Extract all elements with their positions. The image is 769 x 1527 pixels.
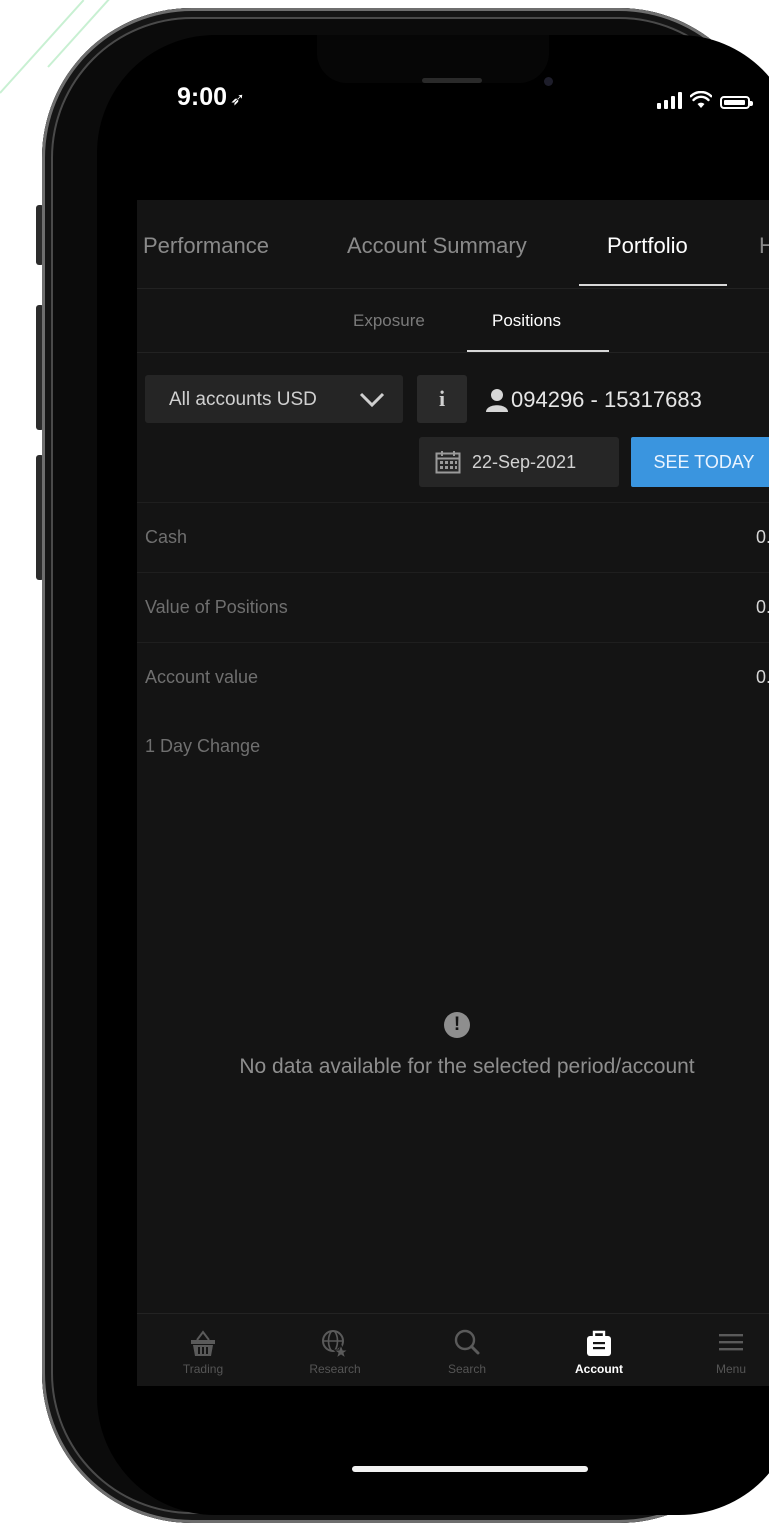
tab-performance[interactable]: Performance [143,233,269,259]
status-icons [657,85,753,109]
wifi-icon [690,91,712,108]
tab-positions[interactable]: Positions [492,311,561,331]
nav-label: Trading [182,1362,224,1376]
metric-label: Value of Positions [145,597,288,617]
notch [317,35,549,83]
see-today-button[interactable]: SEE TODAY [631,437,769,487]
speaker-grille [422,78,482,83]
metric-row-1-day-change: 1 Day Change 0 [137,712,769,782]
date-text: 22-Sep-2021 [472,452,577,472]
calendar-icon [435,451,461,474]
metric-value: 0.00 [755,597,769,617]
nav-search[interactable]: Search [401,1314,533,1386]
briefcase-icon [587,1330,611,1356]
bottom-nav: Trading Research Search Account Menu [137,1313,769,1386]
metric-row-cash: Cash 0.00 [137,502,769,573]
active-subtab-indicator [467,350,609,352]
metric-label: Cash [145,527,188,547]
search-icon [454,1329,480,1355]
metric-row-value-of-positions: Value of Positions 0.00 [137,572,769,643]
location-arrow-icon: ➶ [230,89,246,109]
home-indicator[interactable] [352,1466,588,1472]
metric-label: Account value [145,667,259,687]
app-content: Performance Account Summary Portfolio Hi… [137,200,769,1386]
nav-label: Research [309,1362,361,1376]
sub-tab-bar: Exposure Positions [137,288,769,353]
globe-star-icon [322,1330,350,1358]
empty-state-message: No data available for the selected perio… [239,1055,695,1078]
metric-label: 1 Day Change [145,736,261,756]
nav-research[interactable]: Research [269,1314,401,1386]
metric-row-account-value: Account value 0.00 [137,642,769,713]
status-time-text: 9:00 [177,83,228,111]
status-time: 9:00 ➶ [177,83,245,112]
info-button[interactable]: i [417,375,467,423]
hamburger-icon [719,1334,743,1351]
phone-screen: 9:00 ➶ Performance Account Summary Portfo… [97,35,769,1515]
nav-menu[interactable]: Menu [665,1314,769,1386]
nav-trading[interactable]: Trading [137,1314,269,1386]
account-currency-dropdown[interactable]: All accounts USD [145,375,403,423]
battery-icon [720,96,753,109]
account-currency-label: All accounts USD [169,389,317,410]
front-camera [544,77,553,86]
alert-icon: ! [444,1012,470,1038]
account-id-text: 094296 - 15317683 [511,387,702,412]
top-tab-bar: Performance Account Summary Portfolio Hi [137,200,769,289]
active-tab-indicator [579,284,727,286]
tab-history-partial[interactable]: Hi [759,233,769,259]
nav-label: Menu [715,1362,747,1376]
nav-account[interactable]: Account [533,1314,665,1386]
tab-exposure[interactable]: Exposure [353,311,425,331]
nav-label: Search [447,1362,487,1376]
user-icon [486,389,508,412]
nav-label: Account [575,1362,623,1376]
account-id: 094296 - 15317683 [485,387,702,413]
chevron-down-icon [359,392,385,408]
metric-value: 0.00 [755,667,769,687]
phone-frame: 9:00 ➶ Performance Account Summary Portfo… [42,8,769,1523]
metric-value: 0.00 [755,527,769,547]
tab-portfolio[interactable]: Portfolio [607,233,688,259]
date-picker[interactable]: 22-Sep-2021 [419,437,619,487]
signal-icon [657,91,682,109]
basket-icon [191,1330,215,1356]
tab-account-summary[interactable]: Account Summary [347,233,527,259]
